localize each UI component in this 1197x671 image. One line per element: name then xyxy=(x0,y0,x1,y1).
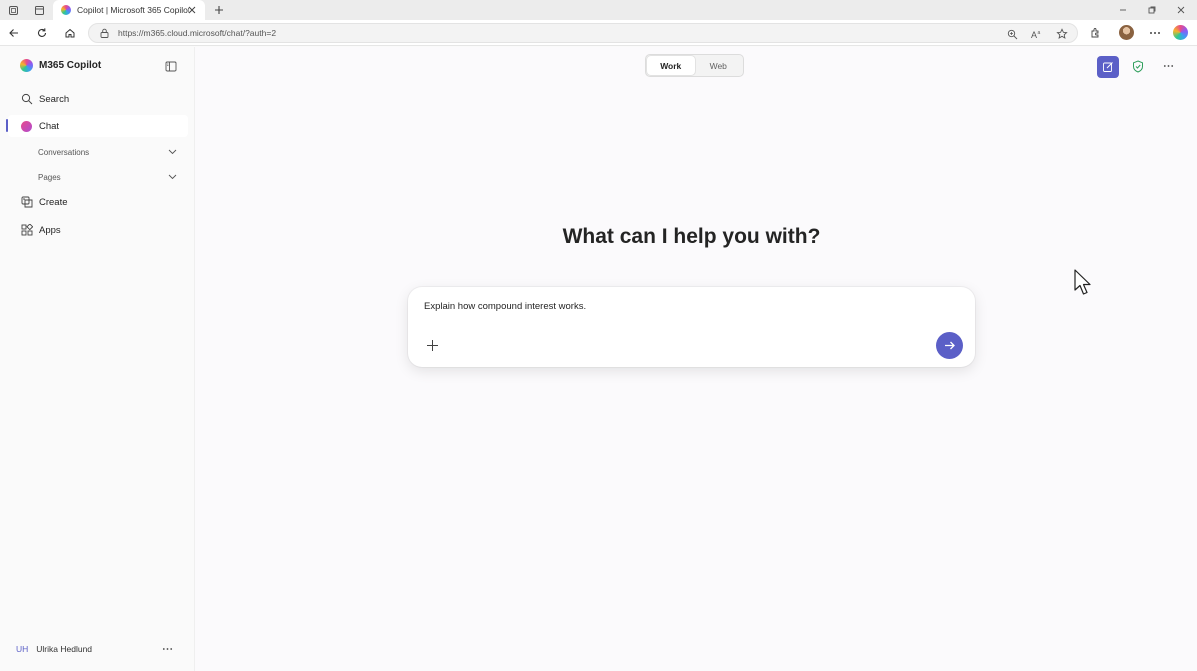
work-web-toggle: Work Web xyxy=(645,54,744,77)
back-arrow-icon[interactable] xyxy=(6,25,22,41)
sidebar-item-label: Create xyxy=(39,196,68,208)
user-more-icon[interactable] xyxy=(160,642,174,656)
prompt-input[interactable]: Explain how compound interest works. xyxy=(424,301,586,312)
toggle-web[interactable]: Web xyxy=(695,56,743,75)
zoom-icon[interactable] xyxy=(1004,26,1020,42)
browser-tab-strip: Copilot | Microsoft 365 Copilot xyxy=(0,0,1197,20)
browser-profile-avatar[interactable] xyxy=(1119,25,1134,40)
close-window-icon[interactable] xyxy=(1174,3,1188,17)
tab-actions-icon[interactable] xyxy=(32,3,46,17)
toggle-work[interactable]: Work xyxy=(647,56,695,75)
home-icon[interactable] xyxy=(62,25,78,41)
url-text[interactable]: https://m365.cloud.microsoft/chat/?auth=… xyxy=(118,28,276,38)
restore-icon[interactable] xyxy=(1145,3,1159,17)
copilot-sidebar-icon[interactable] xyxy=(1173,25,1188,40)
extensions-icon[interactable] xyxy=(1087,25,1103,41)
sidebar-item-search[interactable]: Search xyxy=(8,88,188,110)
sidebar-subitem-conversations[interactable]: Conversations xyxy=(38,143,178,161)
refresh-icon[interactable] xyxy=(34,25,50,41)
chevron-down-icon[interactable] xyxy=(166,171,178,183)
address-bar[interactable]: https://m365.cloud.microsoft/chat/?auth=… xyxy=(88,23,1078,43)
svg-text:A: A xyxy=(1031,30,1037,40)
main-content: Work Web What can I help you with? Expla… xyxy=(194,47,1197,671)
m365-copilot-logo-icon xyxy=(20,59,33,72)
app-name: M365 Copilot xyxy=(39,60,102,71)
sidebar: M365 Copilot Search Chat Conversations P… xyxy=(0,47,194,671)
more-options-icon[interactable] xyxy=(1161,59,1175,73)
sidebar-item-chat[interactable]: Chat xyxy=(8,115,188,137)
send-button[interactable] xyxy=(936,332,963,359)
new-chat-button[interactable] xyxy=(1097,56,1119,78)
sidebar-item-label: Chat xyxy=(39,120,60,132)
page-heading: What can I help you with? xyxy=(562,225,821,248)
lock-icon[interactable] xyxy=(98,27,110,39)
shield-check-icon[interactable] xyxy=(1131,59,1145,73)
svg-text:a: a xyxy=(1038,30,1041,36)
copilot-favicon-icon xyxy=(61,5,71,15)
sidebar-item-label: Apps xyxy=(39,224,61,236)
chevron-down-icon[interactable] xyxy=(166,146,178,158)
user-account[interactable]: UH Ulrika Hedlund xyxy=(16,642,180,656)
user-name[interactable]: Ulrika Hedlund xyxy=(36,644,92,654)
read-aloud-icon[interactable]: Aa xyxy=(1029,26,1045,42)
address-bar-row: https://m365.cloud.microsoft/chat/?auth=… xyxy=(0,20,1197,46)
mouse-cursor-icon xyxy=(1074,269,1091,295)
add-plus-icon[interactable] xyxy=(425,338,439,352)
create-icon xyxy=(20,196,33,209)
chat-composer[interactable]: Explain how compound interest works. xyxy=(408,287,975,367)
sidebar-item-apps[interactable]: Apps xyxy=(8,219,188,241)
new-tab-icon[interactable] xyxy=(212,3,226,17)
toggle-sidebar-icon[interactable] xyxy=(164,59,178,73)
sidebar-item-create[interactable]: Create xyxy=(8,191,188,213)
sidebar-subitem-pages[interactable]: Pages xyxy=(38,168,178,186)
chat-icon xyxy=(20,120,33,133)
sidebar-subitem-label: Pages xyxy=(38,172,61,182)
sidebar-subitem-label: Conversations xyxy=(38,147,90,157)
tab-title: Copilot | Microsoft 365 Copilot xyxy=(77,5,189,15)
browser-tab-copilot[interactable]: Copilot | Microsoft 365 Copilot xyxy=(53,0,205,20)
apps-icon xyxy=(20,224,33,237)
browser-more-icon[interactable] xyxy=(1147,25,1163,41)
minimize-icon[interactable] xyxy=(1116,3,1130,17)
sidebar-item-label: Search xyxy=(39,93,70,105)
app-brand[interactable]: M365 Copilot xyxy=(20,59,101,72)
search-icon xyxy=(20,93,33,106)
workspaces-icon[interactable] xyxy=(6,3,20,17)
user-initials-avatar[interactable]: UH xyxy=(16,644,28,654)
close-tab-icon[interactable] xyxy=(185,3,199,17)
favorite-star-icon[interactable] xyxy=(1054,26,1070,42)
